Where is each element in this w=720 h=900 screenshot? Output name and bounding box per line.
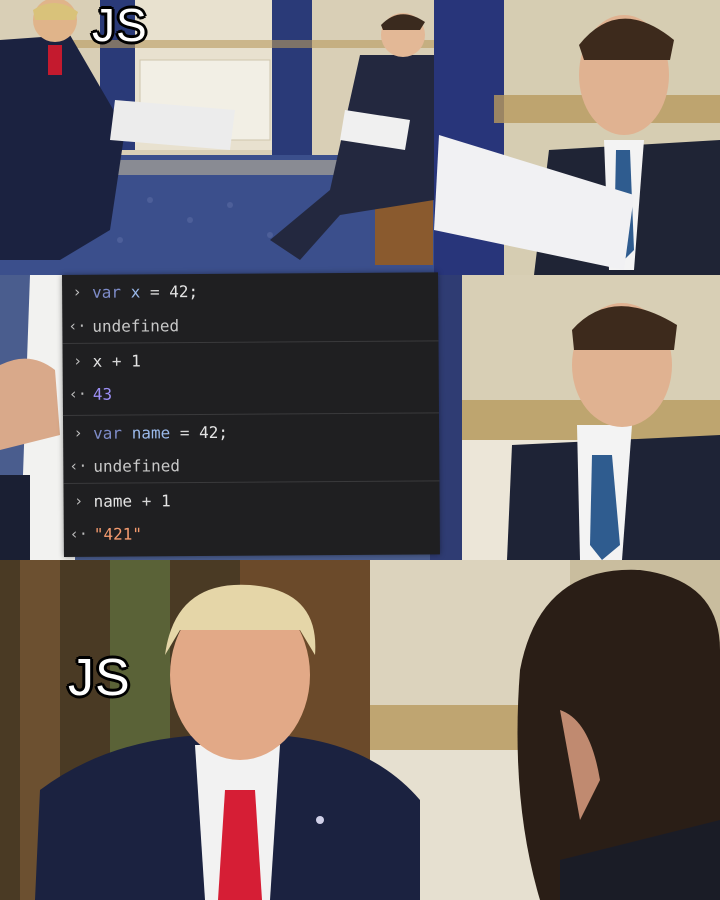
output-return-icon: ‹· — [69, 456, 88, 475]
code-keyword: var — [93, 423, 123, 443]
panel-reporter-puzzled — [462, 275, 720, 560]
code-operator: + — [111, 351, 122, 371]
console-output-row: ‹· "421" — [64, 514, 440, 551]
panel-reporter-closeup-top — [434, 0, 720, 275]
output-return-icon: ‹· — [68, 384, 87, 403]
stare-scene — [0, 560, 720, 900]
console-output-row: ‹· 43 — [63, 374, 439, 411]
console-input-row: › x + 1 — [62, 340, 439, 378]
code-identifier: name — [131, 422, 171, 443]
code-operator: = — [179, 422, 190, 442]
output-text: undefined — [93, 455, 181, 476]
code-identifier: x — [92, 351, 103, 371]
console-output-row: ‹· undefined — [63, 446, 439, 483]
console-output-row: ‹· undefined — [62, 306, 438, 343]
console-input-row: › var x = 42; — [62, 272, 438, 309]
output-string: "421" — [93, 523, 143, 544]
code-identifier: x — [130, 281, 141, 302]
input-prompt-icon: › — [73, 423, 83, 442]
caption-js-bottom: JS — [68, 649, 131, 707]
output-text: undefined — [92, 315, 180, 336]
output-number: 43 — [92, 384, 113, 404]
input-prompt-icon: › — [72, 282, 82, 301]
reporter-scene-2 — [462, 275, 720, 560]
code-value: 42; — [199, 422, 229, 442]
code-identifier: name — [93, 491, 133, 511]
console-input-row: › var name = 42; — [62, 412, 440, 450]
input-prompt-icon: › — [73, 351, 83, 370]
room-scene — [0, 0, 434, 275]
code-operator: = — [149, 281, 160, 301]
panel-wide-shot: JS — [0, 0, 434, 275]
panel-stare-bottom: JS — [0, 560, 720, 900]
browser-console: › var x = 42; ‹· undefined › x + 1 ‹· 43… — [62, 272, 440, 557]
caption-js-top: JS — [92, 0, 148, 51]
code-value: 1 — [160, 490, 171, 510]
input-prompt-icon: › — [73, 491, 84, 510]
output-return-icon: ‹· — [68, 316, 87, 335]
code-value: 42; — [169, 281, 199, 301]
console-input-row: › name + 1 — [63, 480, 440, 518]
reporter-scene-1 — [434, 0, 720, 275]
code-keyword: var — [92, 282, 122, 302]
code-value: 1 — [131, 350, 141, 371]
output-return-icon: ‹· — [69, 524, 88, 543]
code-operator: + — [141, 490, 152, 510]
